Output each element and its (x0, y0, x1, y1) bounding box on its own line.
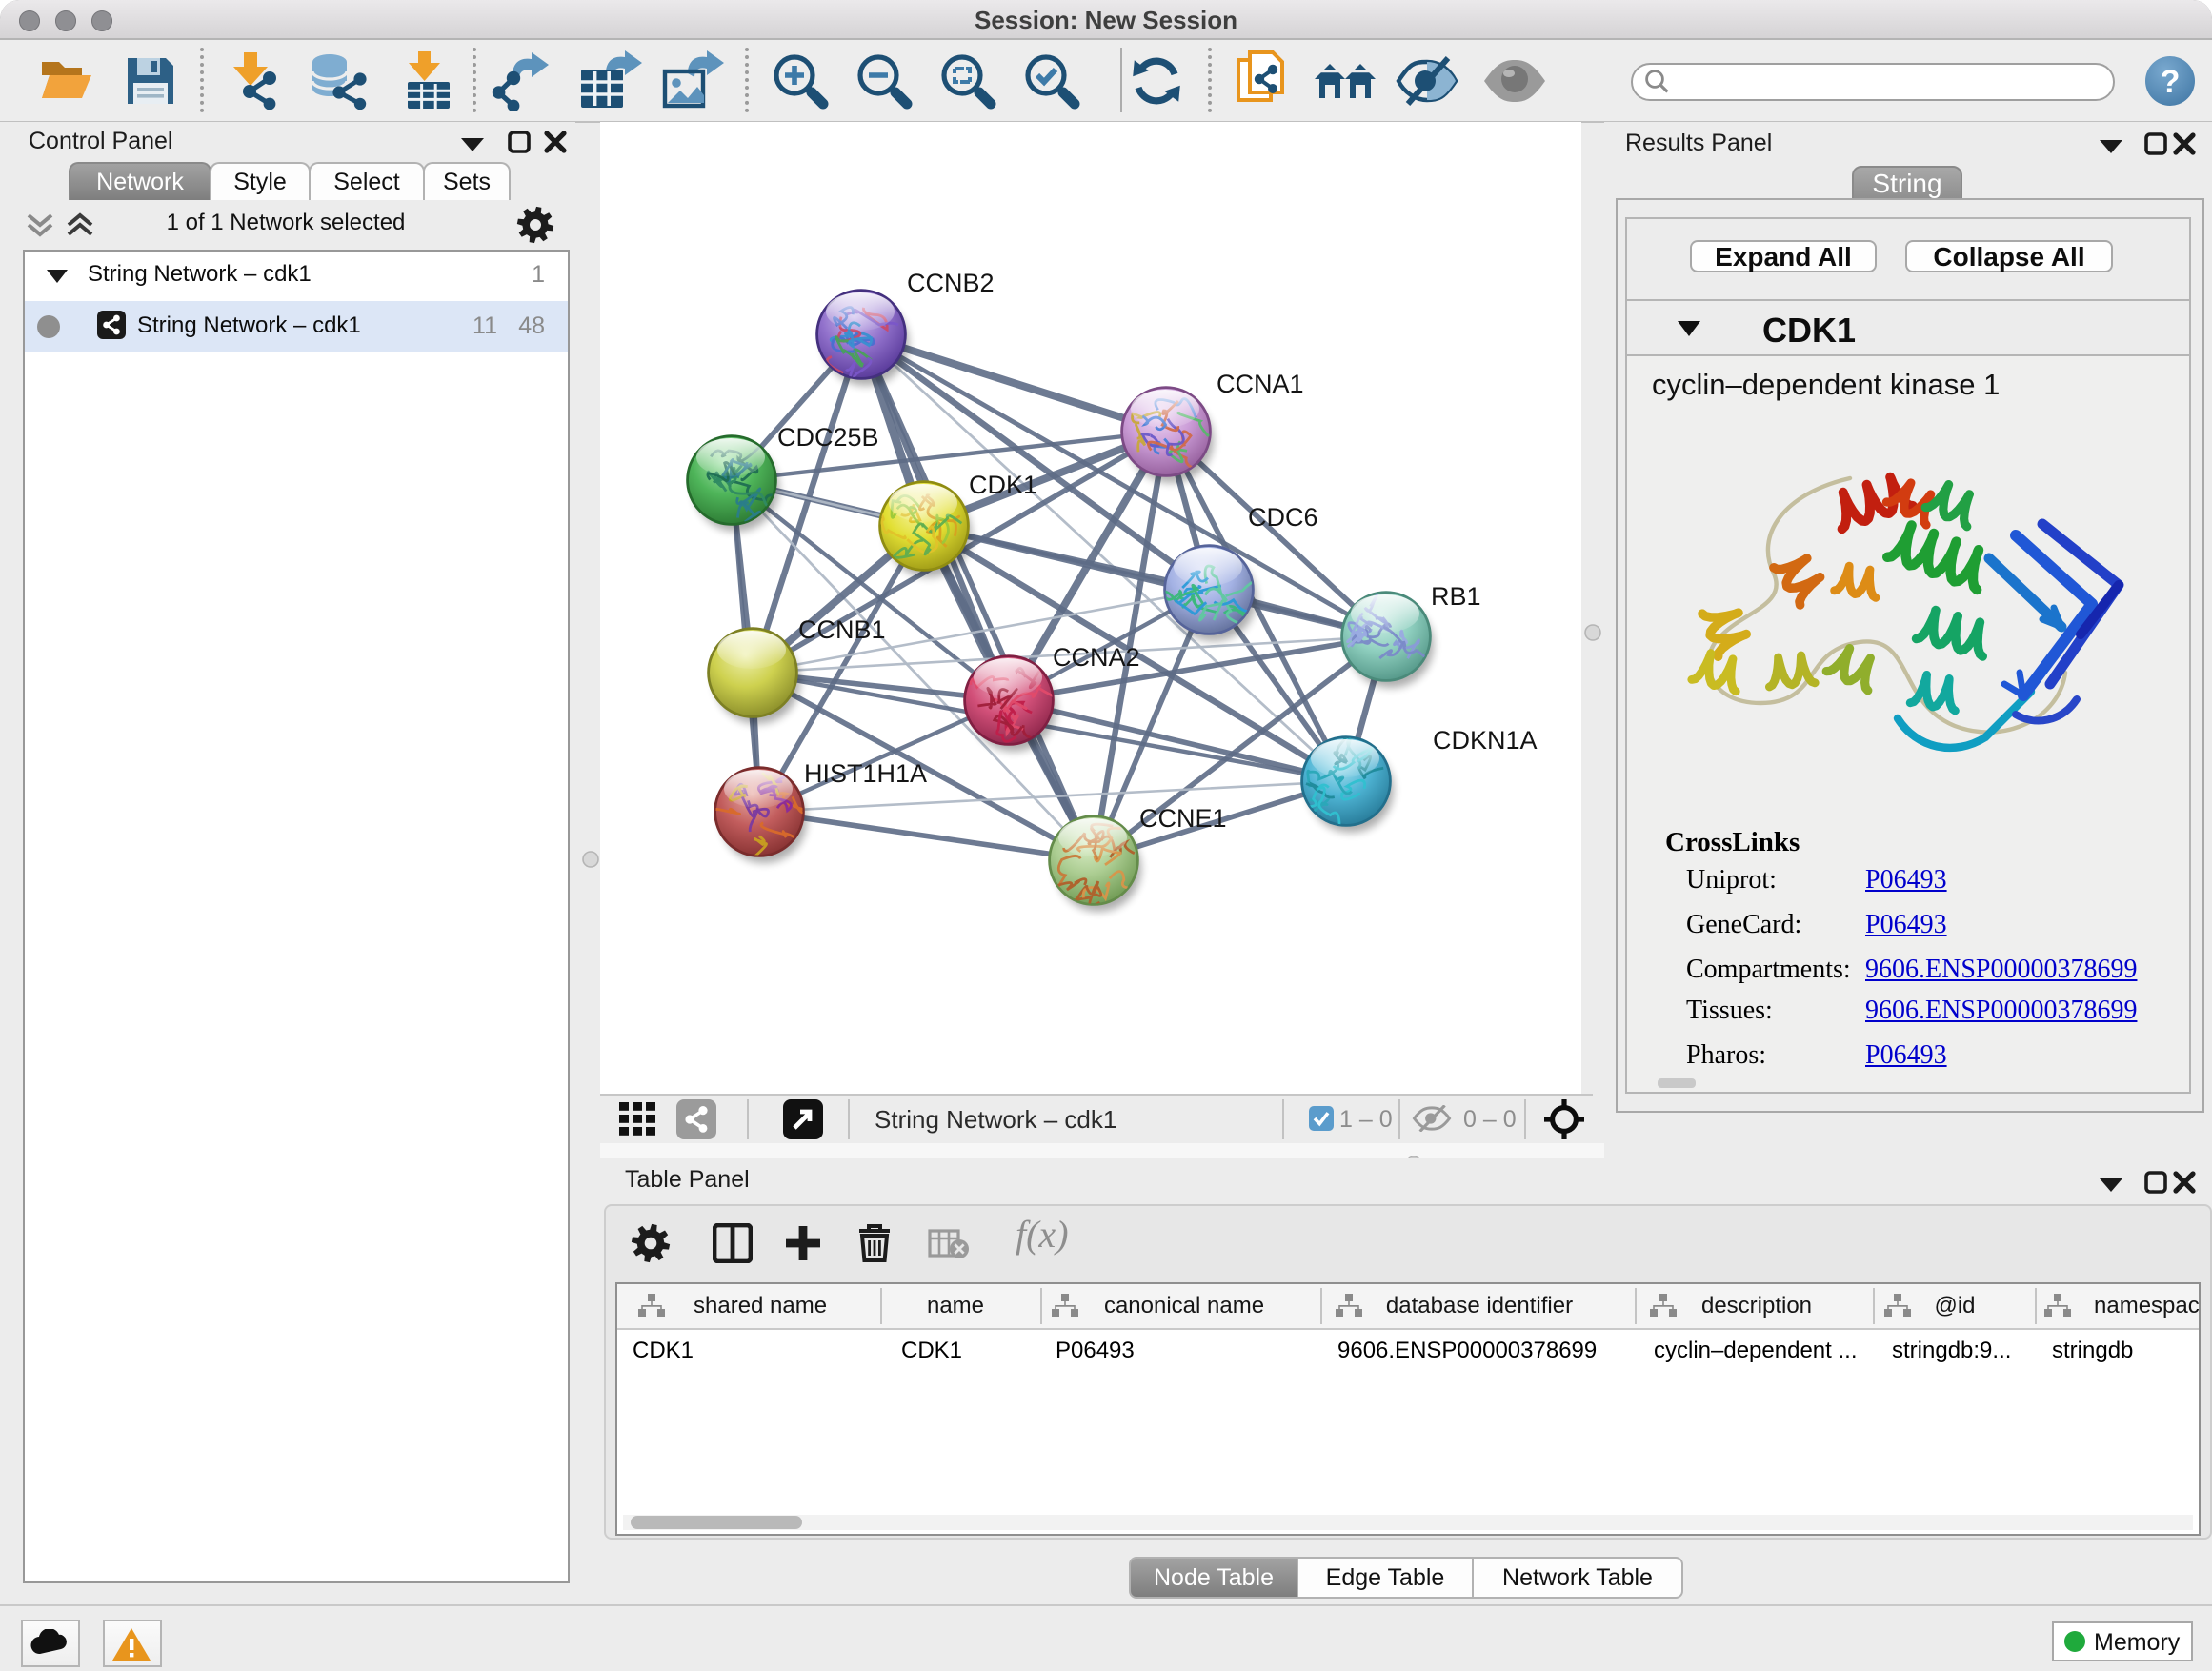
svg-text:CDC25B: CDC25B (777, 423, 879, 452)
svg-text:RB1: RB1 (1431, 582, 1481, 611)
svg-text:CCNA1: CCNA1 (1217, 370, 1304, 398)
svg-text:CCNB2: CCNB2 (907, 269, 995, 297)
svg-text:CDK1: CDK1 (969, 471, 1037, 499)
svg-text:CDKN1A: CDKN1A (1433, 726, 1538, 755)
svg-text:?: ? (2161, 64, 2181, 100)
svg-text:CCNE1: CCNE1 (1139, 804, 1227, 833)
svg-text:CDC6: CDC6 (1248, 503, 1318, 532)
svg-text:CCNA2: CCNA2 (1053, 643, 1140, 672)
svg-text:CCNB1: CCNB1 (798, 615, 886, 644)
svg-text:HIST1H1A: HIST1H1A (804, 759, 927, 788)
